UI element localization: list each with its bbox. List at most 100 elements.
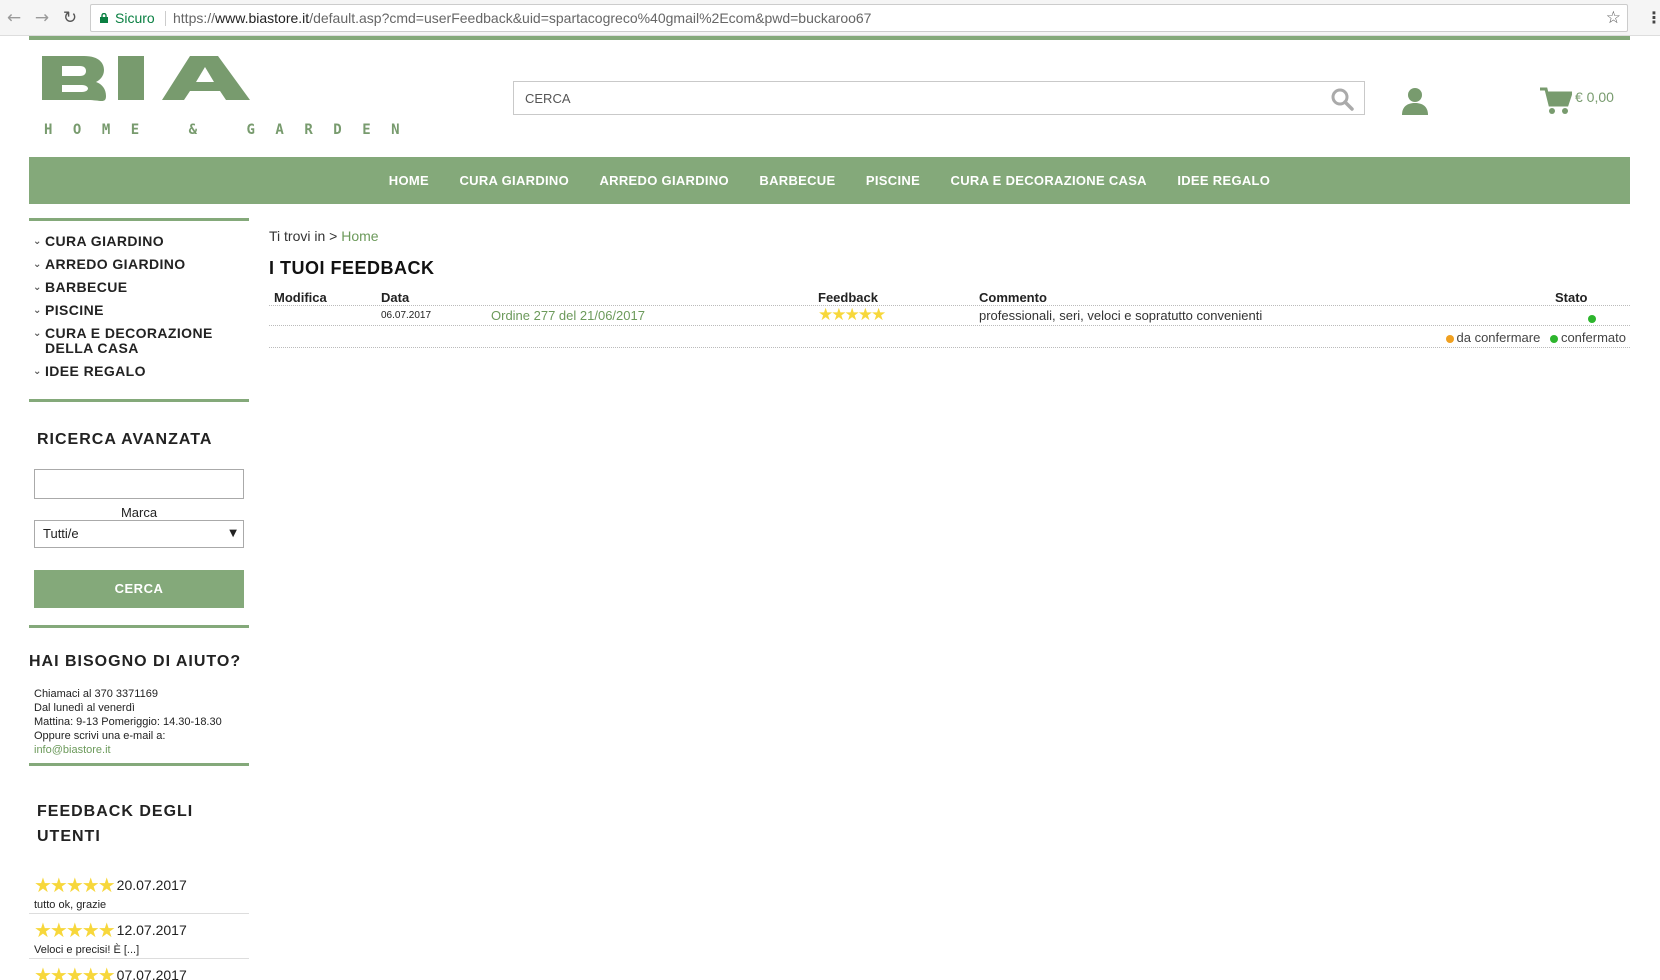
browser-toolbar: ← → ↻ Sicuro https://www.biastore.it/def… (0, 0, 1660, 36)
chevron-down-icon: ⌄ (33, 282, 42, 293)
star-rating-icon: ★★★★★ (818, 305, 886, 325)
url-path: /default.asp?cmd=userFeedback&uid=sparta… (309, 10, 872, 26)
nav-item-idee-regalo[interactable]: IDEE REGALO (1164, 157, 1283, 204)
breadcrumb-prefix: Ti trovi in > (269, 228, 338, 244)
sidebar-item-label: IDEE REGALO (45, 363, 146, 379)
sidebar: ⌄ CURA GIARDINO ⌄ ARREDO GIARDINO ⌄ BARBECU… (29, 218, 249, 980)
url-scheme: https:// (173, 10, 216, 26)
row-comment: professionali, seri, veloci e sopratutto… (979, 308, 1263, 323)
bia-logo[interactable]: HOME & GARDEN (42, 54, 400, 140)
sidebar-item-label: ARREDO GIARDINO (45, 256, 186, 272)
feedback-date: 20.07.2017 (116, 877, 187, 893)
help-contact-info: Chiamaci al 370 3371169 Dal lunedì al ve… (29, 671, 249, 757)
nav-item-piscine[interactable]: PISCINE (853, 157, 933, 204)
feedback-table: Modifica Data Feedback Commento Stato 06… (269, 290, 1630, 348)
list-item: ★★★★★ 07.07.2017 (29, 959, 249, 980)
confirmed-dot-icon (1549, 334, 1558, 343)
sidebar-item-label: PISCINE (45, 302, 104, 318)
chevron-down-icon: ⌄ (33, 259, 42, 270)
back-arrow-icon[interactable]: ← (4, 8, 24, 28)
sidebar-item-barbecue[interactable]: ⌄ BARBECUE (33, 280, 249, 295)
help-phone: Chiamaci al 370 3371169 (34, 688, 158, 700)
nav-item-barbecue[interactable]: BARBECUE (746, 157, 848, 204)
table-header-row: Modifica Data Feedback Commento Stato (269, 290, 1630, 306)
table-row: 06.07.2017 Ordine 277 del 21/06/2017 ★★★… (269, 305, 1630, 326)
breadcrumb: Ti trovi in > Home (269, 228, 379, 244)
lock-icon (100, 13, 108, 23)
advanced-search-title: RICERCA AVANZATA (37, 431, 213, 448)
user-feedback-title: FEEDBACK DEGLI UTENTI (37, 803, 194, 845)
pending-dot-icon (1445, 334, 1454, 343)
star-rating-icon: ★★★★★ (34, 918, 116, 942)
advanced-search-button[interactable]: CERCA (34, 570, 244, 608)
chevron-down-icon: ⌄ (33, 328, 42, 339)
help-days: Dal lunedì al venerdì (34, 702, 135, 714)
browser-menu-icon[interactable]: ⋮ (1646, 8, 1660, 27)
breadcrumb-home-link[interactable]: Home (341, 228, 378, 244)
list-item: ★★★★★ 12.07.2017 Veloci e precisi! È [...… (29, 914, 249, 959)
chevron-down-icon: ⌄ (33, 236, 42, 247)
sidebar-item-label: BARBECUE (45, 279, 128, 295)
sidebar-item-label: CURA E DECORAZIONE DELLA CASA (45, 325, 213, 356)
header-top-rule (29, 36, 1630, 40)
omnibox-separator (165, 11, 166, 26)
url-text[interactable]: https://www.biastore.it/default.asp?cmd=… (173, 5, 871, 31)
nav-item-home[interactable]: HOME (376, 157, 442, 204)
brand-selected-value: Tutti/e (43, 526, 79, 541)
column-header-stato: Stato (1555, 290, 1588, 305)
page-title: I TUOI FEEDBACK (269, 258, 435, 278)
user-feedback-list: ★★★★★ 20.07.2017 tutto ok, grazie ★★★★★ 12… (29, 869, 249, 980)
sidebar-item-label: CURA GIARDINO (45, 233, 165, 249)
dropdown-caret-icon: ▼ (229, 528, 237, 539)
search-bar (513, 81, 1365, 115)
brand-select[interactable]: Tutti/e ▼ (34, 520, 244, 548)
legend-pending: da confermare (1456, 330, 1541, 345)
logo-letters (42, 56, 250, 101)
help-email-prompt: Oppure scrivi una e-mail a: (34, 730, 166, 742)
search-input[interactable] (514, 82, 1364, 114)
help-email-link[interactable]: info@biastore.it (34, 743, 249, 757)
sidebar-item-piscine[interactable]: ⌄ PISCINE (33, 303, 249, 318)
order-link[interactable]: Ordine 277 del 21/06/2017 (491, 308, 645, 323)
help-title: HAI BISOGNO DI AIUTO? (29, 653, 242, 670)
search-icon[interactable] (1330, 87, 1354, 111)
main-navigation: HOME CURA GIARDINO ARREDO GIARDINO BARBE… (29, 157, 1630, 204)
nav-item-cura-giardino[interactable]: CURA GIARDINO (446, 157, 582, 204)
reload-icon[interactable]: ↻ (60, 8, 80, 28)
column-header-feedback: Feedback (818, 290, 878, 305)
address-bar[interactable]: Sicuro https://www.biastore.it/default.a… (90, 4, 1628, 32)
status-legend-row: da confermare confermato (269, 326, 1630, 348)
shopping-cart-icon[interactable] (1540, 87, 1572, 115)
nav-item-cura-decorazione-casa[interactable]: CURA E DECORAZIONE CASA (938, 157, 1160, 204)
category-list: ⌄ CURA GIARDINO ⌄ ARREDO GIARDINO ⌄ BARBECU… (29, 221, 249, 399)
chevron-down-icon: ⌄ (33, 305, 42, 316)
feedback-text: tutto ok, grazie (34, 899, 107, 911)
forward-arrow-icon[interactable]: → (32, 8, 52, 28)
feedback-text: Veloci e precisi! È [...] (34, 944, 140, 956)
status-confirmed-dot-icon (1588, 310, 1596, 325)
advanced-search-input[interactable] (34, 469, 244, 499)
feedback-date: 07.07.2017 (116, 967, 187, 980)
help-hours: Mattina: 9-13 Pomeriggio: 14.30-18.30 (34, 716, 222, 728)
sidebar-item-arredo-giardino[interactable]: ⌄ ARREDO GIARDINO (33, 257, 249, 272)
feedback-date: 12.07.2017 (116, 922, 187, 938)
column-header-modifica: Modifica (274, 290, 327, 305)
sidebar-item-cura-decorazione-casa[interactable]: ⌄ CURA E DECORAZIONE DELLA CASA (33, 326, 249, 356)
legend-confirmed: confermato (1560, 330, 1626, 345)
row-date: 06.07.2017 (381, 310, 432, 321)
nav-item-arredo-giardino[interactable]: ARREDO GIARDINO (586, 157, 741, 204)
chevron-down-icon: ⌄ (33, 366, 42, 377)
cart-total[interactable]: € 0,00 (1575, 89, 1614, 105)
brand-label: Marca (120, 505, 158, 520)
bookmark-star-icon[interactable]: ☆ (1606, 5, 1621, 31)
secure-label: Sicuro (115, 10, 155, 26)
url-host: www.biastore.it (215, 10, 310, 26)
status-legend: da confermare confermato (1440, 330, 1626, 345)
star-rating-icon: ★★★★★ (34, 963, 116, 980)
sidebar-item-idee-regalo[interactable]: ⌄ IDEE REGALO (33, 364, 249, 379)
status-dot (1588, 314, 1596, 323)
column-header-commento: Commento (979, 290, 1047, 305)
star-rating-icon: ★★★★★ (34, 873, 116, 897)
user-account-icon[interactable] (1400, 86, 1430, 116)
sidebar-item-cura-giardino[interactable]: ⌄ CURA GIARDINO (33, 234, 249, 249)
